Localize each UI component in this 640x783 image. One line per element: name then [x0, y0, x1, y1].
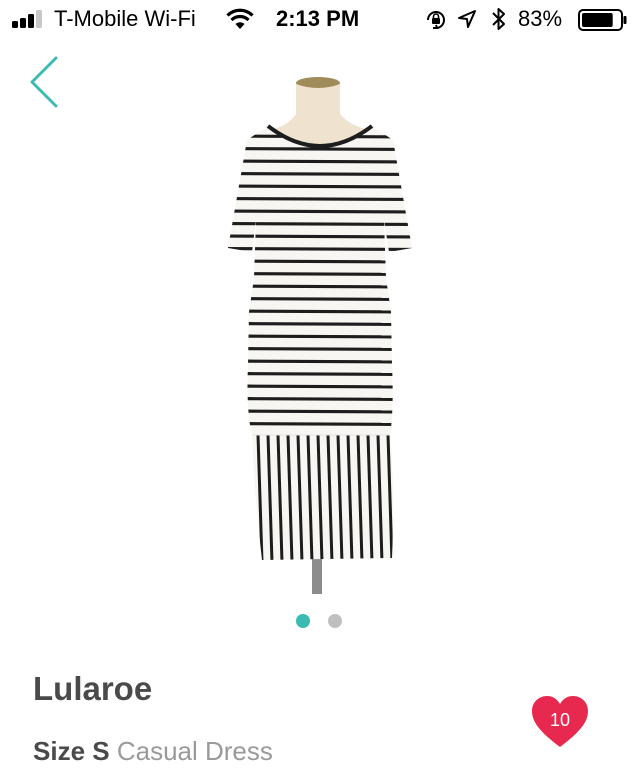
stripe [228, 371, 412, 377]
stripe [228, 184, 412, 189]
stripe [228, 271, 412, 277]
signal-icon [12, 10, 42, 28]
rotation-lock-icon [427, 11, 445, 29]
carrier-name: T-Mobile Wi-Fi [54, 6, 196, 31]
product-image[interactable] [200, 70, 440, 600]
back-button[interactable] [26, 54, 66, 110]
stripe [228, 396, 412, 402]
stripe [228, 321, 412, 327]
wifi-icon [226, 8, 254, 29]
battery-icon [578, 9, 627, 31]
stripe [228, 209, 412, 214]
stripe [228, 196, 412, 202]
stripe [228, 259, 412, 264]
stripe [228, 284, 412, 289]
stripe [228, 421, 412, 427]
size-value: S [92, 736, 110, 766]
clock: 2:13 PM [276, 6, 360, 31]
stripe [228, 409, 412, 414]
stripe [228, 384, 412, 389]
stripe [228, 171, 412, 177]
stripe [228, 234, 412, 239]
category-label: Casual Dress [116, 736, 273, 766]
stripe [228, 346, 412, 352]
size-category-line: Size S Casual Dress [33, 736, 273, 767]
stripe [228, 334, 412, 339]
stripe [228, 309, 412, 314]
battery-percent: 83% [518, 6, 563, 31]
favorite-count: 10 [549, 710, 571, 730]
favorite-button[interactable]: 10 [530, 694, 590, 750]
stripe [228, 296, 412, 302]
stripe [228, 146, 412, 152]
stripe [228, 246, 412, 252]
pager-dot[interactable] [328, 614, 342, 628]
stripe [228, 221, 412, 227]
chevron-left-icon [30, 56, 58, 108]
size-label: Size [33, 736, 86, 766]
pager-dot-active[interactable] [296, 614, 310, 628]
status-bar: T-Mobile Wi-Fi 2:13 PM 83% [0, 0, 640, 40]
image-pager [0, 614, 640, 630]
stripe [228, 359, 412, 364]
bluetooth-icon [492, 8, 505, 30]
location-icon [458, 10, 476, 28]
brand-name: Lularoe [33, 670, 153, 707]
stripe [228, 159, 412, 164]
